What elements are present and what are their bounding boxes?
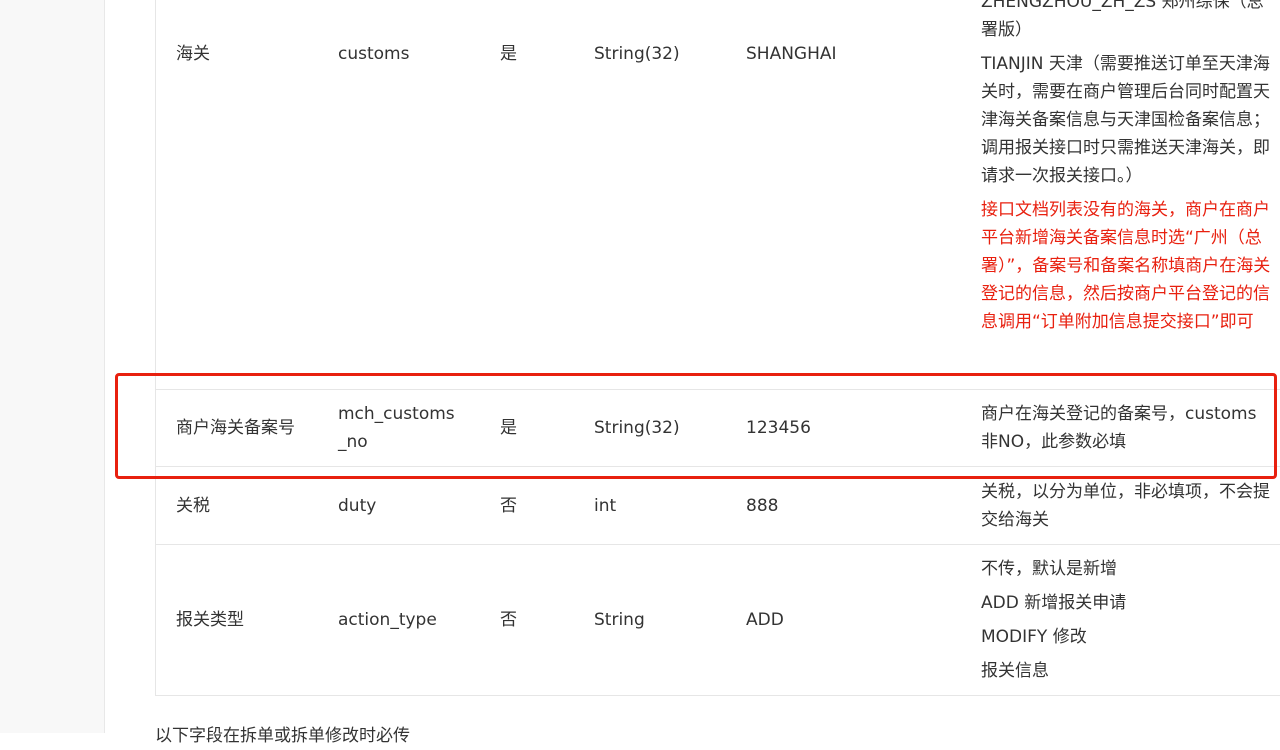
desc-line: 不传，默认是新增 [981,559,1117,579]
param-field: customs [338,44,410,64]
param-required: 否 [500,495,517,516]
param-sample: 123456 [746,418,811,438]
desc-note: 接口文档列表没有的海关，商户在商户平台新增海关备案信息时选“广州（总署）”，备案… [981,200,1271,332]
param-name: 海关 [176,44,210,64]
param-name: 商户海关备案号 [176,418,295,438]
table-row: 商户海关备案号 mch_customs_no 是 String(32) 1234… [156,390,1280,467]
desc-line: 关税，以分为单位，非必填项，不会提交给海关 [981,481,1270,530]
desc-line: ADD 新增报关申请 [981,593,1127,613]
param-description: 不传，默认是新增 ADD 新增报关申请 MODIFY 修改 报关信息 [981,555,1271,685]
table-row: 报关类型 action_type 否 String ADD 不传，默认是新增 A… [156,545,1280,695]
param-type: int [594,495,617,516]
table-row: 海关 customs 是 String(32) SHANGHAI ZHENGZH… [156,0,1280,390]
param-type: String(32) [594,44,680,64]
param-sample: ADD [746,610,784,630]
param-type: String [594,610,645,630]
param-required: 否 [500,610,517,630]
param-sample: 888 [746,495,779,516]
left-sidebar-gutter [0,0,105,733]
param-sample: SHANGHAI [746,44,837,64]
desc-line: 报关信息 [981,661,1049,681]
param-description: 关税，以分为单位，非必填项，不会提交给海关 [981,478,1271,534]
desc-line: MODIFY 修改 [981,627,1087,647]
section-intro-text: 以下字段在拆单或拆单修改时必传 [155,726,410,746]
table-row: 关税 duty 否 int 888 关税，以分为单位，非必填项，不会提交给海关 [156,467,1280,545]
param-type: String(32) [594,418,680,438]
param-name: 关税 [176,495,210,516]
desc-line: TIANJIN 天津（需要推送订单至天津海关时，需要在商户管理后台同时配置天津海… [981,54,1270,186]
param-field: mch_customs_no [338,404,455,452]
param-field: action_type [338,610,437,630]
desc-line: 商户在海关登记的备案号，customs非NO，此参数必填 [981,404,1257,452]
param-required: 是 [500,44,517,64]
param-description: ZHENGZHOU_ZH_ZS 郑州综保（总署版） TIANJIN 天津（需要推… [981,0,1271,336]
desc-line: ZHENGZHOU_ZH_ZS 郑州综保（总署版） [981,0,1264,40]
param-required: 是 [500,418,517,438]
params-table: 海关 customs 是 String(32) SHANGHAI ZHENGZH… [155,0,1280,696]
param-name: 报关类型 [176,610,244,630]
param-field: duty [338,495,377,516]
param-description: 商户在海关登记的备案号，customs非NO，此参数必填 [981,400,1271,456]
